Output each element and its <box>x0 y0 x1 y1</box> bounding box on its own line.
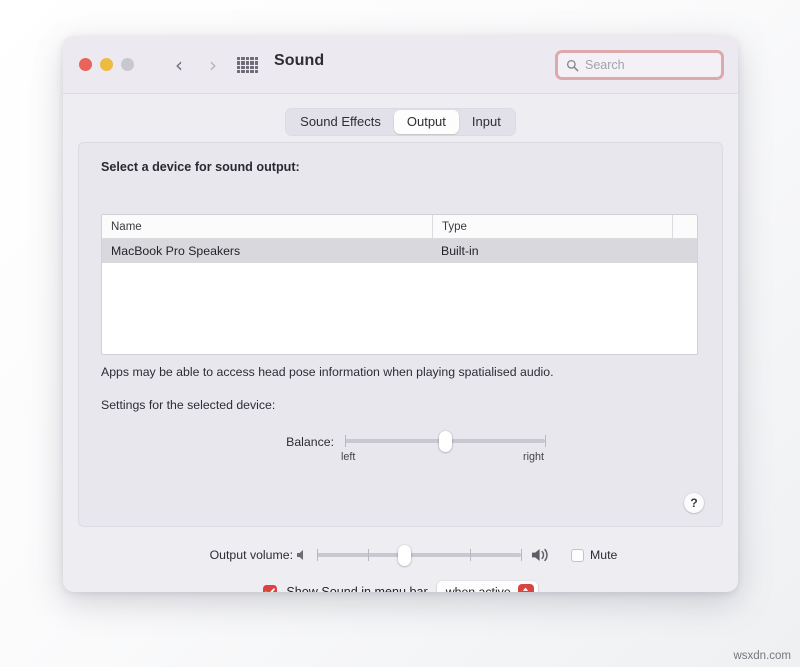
select-device-heading: Select a device for sound output: <box>101 160 300 174</box>
settings-for-device-label: Settings for the selected device: <box>101 398 275 412</box>
column-header-type[interactable]: Type <box>432 215 672 238</box>
sound-preferences-window: ‹ › Sound Sound Effects Output Input Sel… <box>63 36 738 592</box>
column-header-name[interactable]: Name <box>102 215 432 238</box>
output-settings-panel: Select a device for sound output: Name T… <box>78 142 723 527</box>
output-volume-knob[interactable] <box>398 545 411 566</box>
tab-input[interactable]: Input <box>459 110 514 134</box>
mute-label: Mute <box>590 548 617 562</box>
device-table[interactable]: Name Type MacBook Pro Speakers Built-in <box>101 214 698 355</box>
output-volume-slider[interactable] <box>317 553 521 557</box>
balance-min-label: left <box>341 451 355 463</box>
output-volume-label: Output volume: <box>118 548 293 562</box>
table-header-row: Name Type <box>102 215 697 239</box>
forward-button[interactable]: › <box>202 53 224 77</box>
search-icon <box>566 59 579 72</box>
output-volume-track[interactable] <box>317 553 521 557</box>
apps-grid-icon[interactable] <box>237 57 258 73</box>
mute-checkbox-group[interactable]: Mute <box>571 548 617 562</box>
tab-sound-effects[interactable]: Sound Effects <box>287 110 394 134</box>
balance-track[interactable] <box>345 439 545 443</box>
speaker-high-icon <box>530 545 554 565</box>
show-sound-label: Show Sound in menu bar <box>286 585 427 592</box>
show-sound-checkbox[interactable] <box>263 585 277 592</box>
page-title: Sound <box>274 52 324 70</box>
back-button[interactable]: ‹ <box>168 53 190 77</box>
zoom-button[interactable] <box>121 58 134 71</box>
search-input[interactable] <box>585 58 705 72</box>
output-volume-row: Output volume: Mute <box>63 542 738 572</box>
menu-bar-visibility-popup[interactable]: when active <box>437 581 538 592</box>
tab-output[interactable]: Output <box>394 110 459 134</box>
search-field[interactable] <box>555 50 724 80</box>
table-row[interactable]: MacBook Pro Speakers Built-in <box>102 239 697 263</box>
checkmark-icon <box>265 588 275 593</box>
device-type: Built-in <box>432 239 672 263</box>
column-header-spacer <box>672 215 697 238</box>
speaker-low-icon <box>295 547 310 563</box>
chevron-updown-icon[interactable] <box>518 584 534 593</box>
balance-max-label: right <box>523 451 544 463</box>
balance-label: Balance: <box>224 435 334 449</box>
popup-selected-value: when active <box>446 585 511 592</box>
spatial-audio-note: Apps may be able to access head pose inf… <box>101 365 554 379</box>
balance-row: Balance: left right <box>79 433 722 473</box>
balance-slider[interactable] <box>345 439 545 443</box>
tab-bar: Sound Effects Output Input <box>63 108 738 136</box>
close-button[interactable] <box>79 58 92 71</box>
device-name: MacBook Pro Speakers <box>102 239 432 263</box>
menu-bar-option-row: Show Sound in menu bar when active <box>63 581 738 592</box>
balance-slider-knob[interactable] <box>439 431 452 452</box>
watermark: wsxdn.com <box>733 650 791 662</box>
mute-checkbox[interactable] <box>571 549 584 562</box>
table-empty-area <box>102 263 697 355</box>
minimize-button[interactable] <box>100 58 113 71</box>
window-titlebar: ‹ › Sound <box>63 36 738 94</box>
help-button[interactable]: ? <box>684 493 704 513</box>
